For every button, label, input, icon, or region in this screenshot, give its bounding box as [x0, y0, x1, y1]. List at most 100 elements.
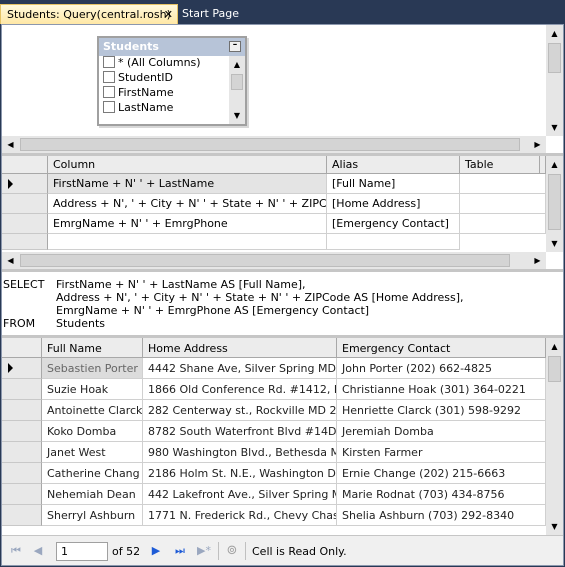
result-cell[interactable]: Henriette Clarck (301) 598-9292: [337, 400, 546, 421]
result-cell[interactable]: 442 Lakefront Ave., Silver Spring M...: [143, 484, 337, 505]
result-cell[interactable]: Sherryl Ashburn: [42, 505, 143, 526]
header-alias[interactable]: Alias: [327, 156, 460, 174]
result-cell[interactable]: 4442 Shane Ave, Silver Spring MD 2...: [143, 358, 337, 379]
scroll-up-icon[interactable]: ▲: [546, 338, 563, 355]
scroll-down-icon[interactable]: ▼: [229, 107, 245, 124]
criteria-cell-table[interactable]: [460, 214, 546, 234]
result-cell[interactable]: 1771 N. Frederick Rd., Chevy Chas...: [143, 505, 337, 526]
criteria-cell-column[interactable]: FirstName + N' ' + LastName: [48, 174, 327, 194]
result-cell[interactable]: Marie Rodnat (703) 434-8756: [337, 484, 546, 505]
result-cell[interactable]: Christianne Hoak (301) 364-0221: [337, 379, 546, 400]
result-cell[interactable]: Nehemiah Dean: [42, 484, 143, 505]
record-number-input[interactable]: 1: [56, 542, 108, 561]
criteria-cell-column[interactable]: EmrgName + N' ' + EmrgPhone: [48, 214, 327, 234]
result-cell[interactable]: Sebastien Porter: [42, 358, 143, 379]
sql-pane[interactable]: SELECT FirstName + N' ' + LastName AS [F…: [2, 269, 563, 335]
criteria-hscroll[interactable]: ◀ ▶: [2, 252, 546, 269]
students-table-box[interactable]: Students – * (All Columns) StudentID Fir…: [97, 36, 247, 126]
first-record-icon[interactable]: ⏮: [8, 543, 24, 559]
criteria-cell-alias[interactable]: [Home Address]: [327, 194, 460, 214]
minimize-icon[interactable]: –: [229, 41, 241, 52]
row-selector[interactable]: [2, 484, 42, 505]
scroll-thumb[interactable]: [231, 74, 243, 90]
column-item[interactable]: FirstName: [99, 86, 227, 101]
row-selector[interactable]: [2, 463, 42, 484]
scroll-thumb[interactable]: [548, 174, 561, 230]
header-column[interactable]: Column: [48, 156, 327, 174]
result-cell[interactable]: 1866 Old Conference Rd. #1412, H...: [143, 379, 337, 400]
result-cell[interactable]: 282 Centerway st., Rockville MD 20...: [143, 400, 337, 421]
result-cell[interactable]: Suzie Hoak: [42, 379, 143, 400]
last-record-icon[interactable]: ⏭: [172, 543, 188, 559]
scroll-up-icon[interactable]: ▲: [229, 56, 245, 73]
column-item[interactable]: StudentID: [99, 71, 227, 86]
header-home-address[interactable]: Home Address: [143, 338, 337, 358]
scroll-right-icon[interactable]: ▶: [529, 252, 546, 269]
criteria-cell-column[interactable]: [48, 234, 327, 250]
scroll-down-icon[interactable]: ▼: [546, 119, 563, 136]
diagram-vscroll[interactable]: ▲ ▼: [546, 25, 563, 136]
close-icon[interactable]: ✕: [164, 8, 173, 21]
checkbox[interactable]: [103, 71, 115, 83]
result-cell[interactable]: Ernie Change (202) 215-6663: [337, 463, 546, 484]
column-item[interactable]: * (All Columns): [99, 56, 227, 71]
result-cell[interactable]: Koko Domba: [42, 421, 143, 442]
checkbox[interactable]: [103, 86, 115, 98]
result-cell[interactable]: 980 Washington Blvd., Bethesda M...: [143, 442, 337, 463]
scroll-thumb[interactable]: [548, 356, 561, 382]
diagram-pane[interactable]: Students – * (All Columns) StudentID Fir…: [2, 25, 563, 153]
scroll-thumb[interactable]: [548, 43, 561, 73]
result-cell[interactable]: 2186 Holm St. N.E., Washington DC...: [143, 463, 337, 484]
result-cell[interactable]: Catherine Chang: [42, 463, 143, 484]
scroll-right-icon[interactable]: ▶: [529, 136, 546, 153]
criteria-cell-table[interactable]: [460, 194, 546, 214]
criteria-cell-column[interactable]: Address + N', ' + City + N' ' + State + …: [48, 194, 327, 214]
result-cell[interactable]: Shelia Ashburn (703) 292-8340: [337, 505, 546, 526]
criteria-cell-alias[interactable]: [327, 234, 460, 250]
row-selector[interactable]: [2, 214, 48, 234]
criteria-vscroll[interactable]: ▲ ▼: [546, 156, 563, 252]
column-item[interactable]: LastName: [99, 101, 227, 116]
row-selector[interactable]: [2, 358, 42, 379]
stop-icon[interactable]: ⊚: [224, 543, 240, 559]
tab-start-page[interactable]: Start Page: [178, 4, 242, 24]
result-cell[interactable]: John Porter (202) 662-4825: [337, 358, 546, 379]
criteria-cell-table[interactable]: [460, 174, 546, 194]
checkbox[interactable]: [103, 101, 115, 113]
scroll-down-icon[interactable]: ▼: [546, 235, 563, 252]
result-cell[interactable]: Antoinette Clarck: [42, 400, 143, 421]
criteria-cell-alias[interactable]: [Emergency Contact]: [327, 214, 460, 234]
scroll-down-icon[interactable]: ▼: [546, 518, 563, 535]
row-selector[interactable]: [2, 379, 42, 400]
previous-record-icon[interactable]: ◀: [30, 543, 46, 559]
scroll-thumb[interactable]: [20, 254, 510, 267]
row-selector[interactable]: [2, 421, 42, 442]
table-vscroll[interactable]: ▲ ▼: [229, 56, 245, 124]
scroll-left-icon[interactable]: ◀: [2, 136, 19, 153]
new-record-icon[interactable]: ▶*: [196, 543, 212, 559]
diagram-hscroll[interactable]: ◀ ▶: [2, 136, 546, 153]
result-cell[interactable]: Jeremiah Domba: [337, 421, 546, 442]
header-emergency-contact[interactable]: Emergency Contact: [337, 338, 546, 358]
row-selector[interactable]: [2, 442, 42, 463]
scroll-up-icon[interactable]: ▲: [546, 156, 563, 173]
scroll-left-icon[interactable]: ◀: [2, 252, 19, 269]
row-selector[interactable]: [2, 234, 48, 250]
result-cell[interactable]: Kirsten Farmer: [337, 442, 546, 463]
result-cell[interactable]: 8782 South Waterfront Blvd #14D2...: [143, 421, 337, 442]
table-title-bar[interactable]: Students –: [99, 38, 245, 56]
criteria-cell-alias[interactable]: [Full Name]: [327, 174, 460, 194]
row-selector[interactable]: [2, 174, 48, 194]
criteria-pane[interactable]: Column Alias Table C FirstName + N' ' + …: [2, 153, 563, 269]
scroll-up-icon[interactable]: ▲: [546, 25, 563, 42]
header-table[interactable]: Table: [460, 156, 540, 174]
tab-students-query[interactable]: Students: Query(central.rosh) ✕: [0, 4, 178, 24]
row-selector[interactable]: [2, 400, 42, 421]
scroll-thumb[interactable]: [20, 138, 520, 151]
results-pane[interactable]: Full Name Home Address Emergency Contact…: [2, 335, 563, 535]
next-record-icon[interactable]: ▶: [148, 543, 164, 559]
row-selector[interactable]: [2, 505, 42, 526]
checkbox[interactable]: [103, 56, 115, 68]
result-cell[interactable]: Janet West: [42, 442, 143, 463]
row-selector[interactable]: [2, 194, 48, 214]
